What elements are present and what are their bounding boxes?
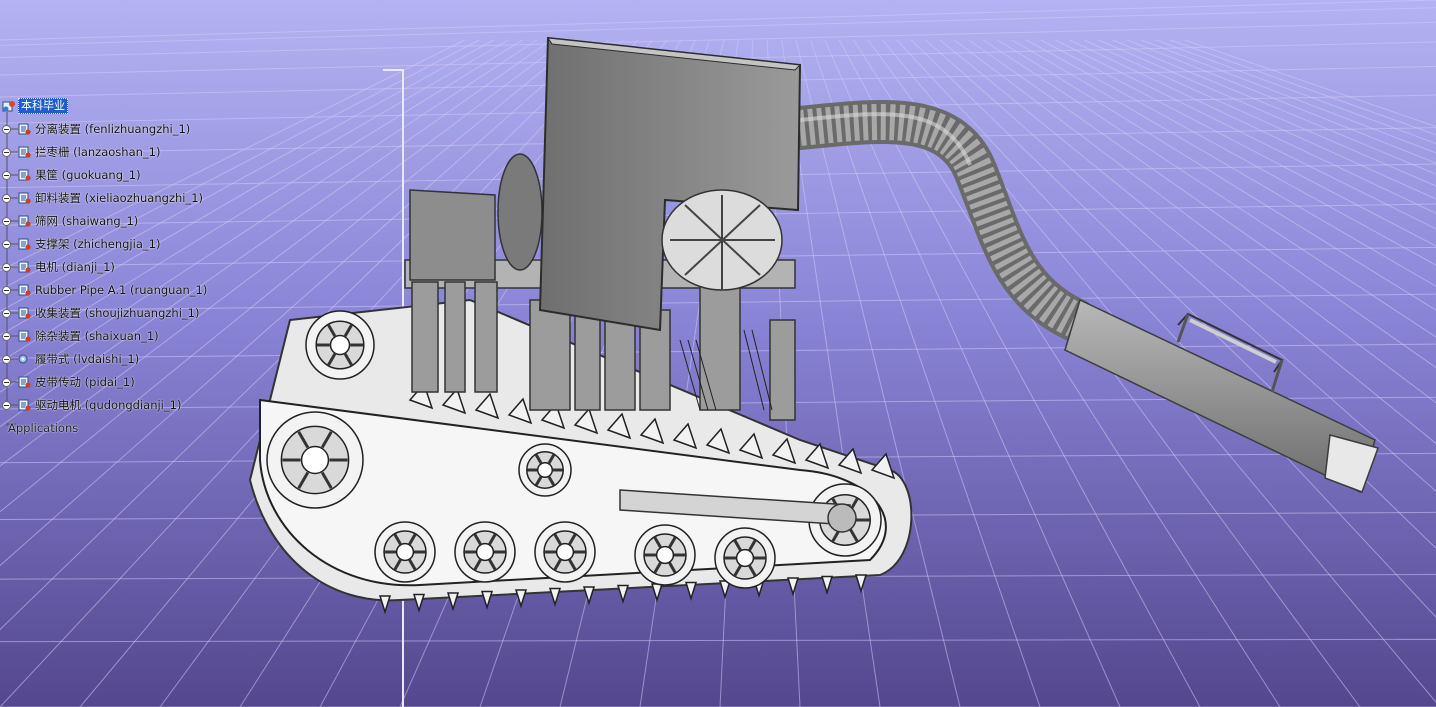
part-icon xyxy=(18,284,31,296)
product-icon xyxy=(2,101,15,112)
tree-item[interactable]: 履带式 (lvdaishi_1) xyxy=(17,349,141,369)
tree-expander-icon[interactable] xyxy=(2,240,11,249)
specification-tree[interactable]: 本科毕业 分离装置 (fenlizhuangzhi_1) 拦枣栅 (lanzao… xyxy=(0,94,260,444)
road-wheel[interactable] xyxy=(518,443,572,497)
tree-item[interactable]: 支撑架 (zhichengjia_1) xyxy=(17,234,162,254)
tree-item-label[interactable]: 卸料装置 (xieliaozhuangzhi_1) xyxy=(33,191,205,205)
road-wheel[interactable] xyxy=(534,521,596,583)
road-wheel[interactable] xyxy=(714,527,776,589)
tree-expander-icon[interactable] xyxy=(2,378,11,387)
tree-root-label[interactable]: 本科毕业 xyxy=(18,98,68,114)
tree-expander-icon[interactable] xyxy=(2,194,11,203)
tree-item-label[interactable]: 分离装置 (fenlizhuangzhi_1) xyxy=(33,122,192,136)
tree-item-label[interactable]: 驱动电机 (qudongdianji_1) xyxy=(33,398,183,412)
tree-applications-label[interactable]: Applications xyxy=(6,421,80,435)
tree-item[interactable]: 皮带传动 (pidai_1) xyxy=(17,372,137,392)
tree-item-label[interactable]: 果筐 (guokuang_1) xyxy=(33,168,143,182)
tree-expander-icon[interactable] xyxy=(2,125,11,134)
tree-item[interactable]: 果筐 (guokuang_1) xyxy=(17,165,143,185)
tree-applications-node[interactable]: Applications xyxy=(6,418,80,438)
tree-expander-icon[interactable] xyxy=(2,263,11,272)
road-wheel[interactable] xyxy=(305,310,375,380)
part-icon xyxy=(18,307,31,319)
tree-item[interactable]: 分离装置 (fenlizhuangzhi_1) xyxy=(17,119,192,139)
part-icon xyxy=(18,169,31,181)
road-wheel[interactable] xyxy=(454,521,516,583)
part-icon xyxy=(18,192,31,204)
tree-expander-icon[interactable] xyxy=(2,286,11,295)
tree-item-label[interactable]: Rubber Pipe A.1 (ruanguan_1) xyxy=(33,283,209,297)
tree-item-label[interactable]: 收集装置 (shoujizhuangzhi_1) xyxy=(33,306,201,320)
tree-root-node[interactable]: 本科毕业 xyxy=(2,96,68,116)
part-icon xyxy=(18,399,31,411)
tree-item[interactable]: 卸料装置 (xieliaozhuangzhi_1) xyxy=(17,188,205,208)
tree-item-label[interactable]: 电机 (dianji_1) xyxy=(33,260,117,274)
tree-expander-icon[interactable] xyxy=(2,171,11,180)
tree-item-label[interactable]: 筛网 (shaiwang_1) xyxy=(33,214,140,228)
tree-item[interactable]: 驱动电机 (qudongdianji_1) xyxy=(17,395,183,415)
tree-item[interactable]: 筛网 (shaiwang_1) xyxy=(17,211,140,231)
road-wheel[interactable] xyxy=(374,521,436,583)
tree-item[interactable]: 电机 (dianji_1) xyxy=(17,257,117,277)
part-icon xyxy=(18,146,31,158)
tree-item[interactable]: 拦枣栅 (lanzaoshan_1) xyxy=(17,142,162,162)
separator-fan[interactable] xyxy=(661,189,783,291)
part-icon xyxy=(18,215,31,227)
tree-item[interactable]: Rubber Pipe A.1 (ruanguan_1) xyxy=(17,280,209,300)
part-icon xyxy=(18,261,31,273)
tree-expander-icon[interactable] xyxy=(2,355,11,364)
tree-item-label[interactable]: 除杂装置 (shaixuan_1) xyxy=(33,329,161,343)
tree-item-label[interactable]: 拦枣栅 (lanzaoshan_1) xyxy=(33,145,162,159)
tree-expander-icon[interactable] xyxy=(2,148,11,157)
tree-expander-icon[interactable] xyxy=(2,217,11,226)
tree-expander-icon[interactable] xyxy=(2,309,11,318)
part-icon xyxy=(18,238,31,250)
tree-expander-icon[interactable] xyxy=(2,401,11,410)
tree-item[interactable]: 除杂装置 (shaixuan_1) xyxy=(17,326,161,346)
tree-item[interactable]: 收集装置 (shoujizhuangzhi_1) xyxy=(17,303,201,323)
tree-expander-icon[interactable] xyxy=(2,332,11,341)
gear-part-icon xyxy=(18,354,28,364)
part-icon xyxy=(18,376,31,388)
road-wheel[interactable] xyxy=(266,411,364,509)
part-icon xyxy=(18,123,31,135)
road-wheel[interactable] xyxy=(634,524,696,586)
part-icon xyxy=(18,330,31,342)
tree-item-label[interactable]: 皮带传动 (pidai_1) xyxy=(33,375,137,389)
tree-item-label[interactable]: 履带式 (lvdaishi_1) xyxy=(33,352,141,366)
tree-item-label[interactable]: 支撑架 (zhichengjia_1) xyxy=(33,237,162,251)
